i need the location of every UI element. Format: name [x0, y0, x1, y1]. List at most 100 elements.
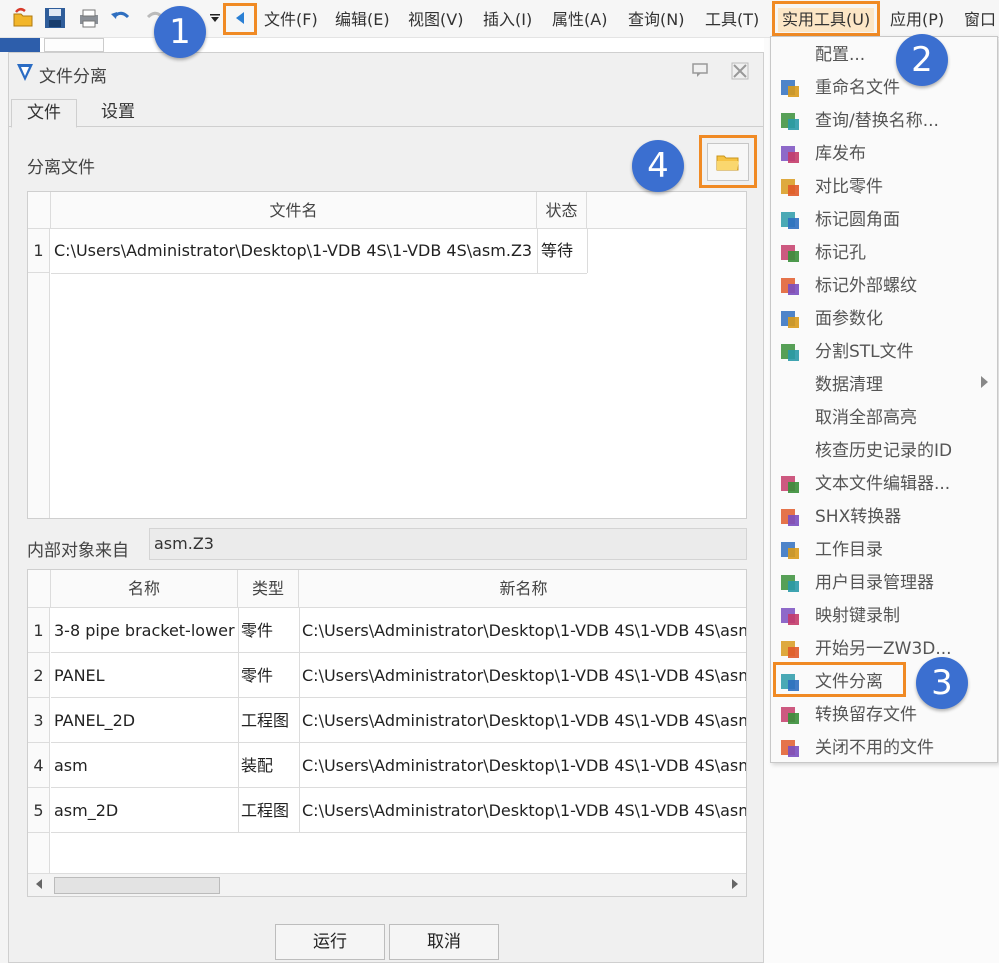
header-new-name[interactable]: 新名称 — [299, 570, 746, 608]
close-icon[interactable] — [731, 62, 751, 80]
scroll-thumb[interactable] — [54, 877, 220, 894]
menu-item-label: 面参数化 — [815, 309, 883, 329]
screen: 文件(F) 编辑(E) 视图(V) 插入(I) 属性(A) 查询(N) 工具(T… — [0, 0, 999, 963]
file-row-status: 等待 — [541, 241, 574, 260]
cell-divider — [238, 743, 239, 788]
utilities-menu-item[interactable]: 对比零件 — [771, 171, 997, 204]
utilities-menu-item[interactable]: 文本文件编辑器... — [771, 468, 997, 501]
menu-item-label: 用户目录管理器 — [815, 573, 934, 593]
run-button[interactable]: 运行 — [275, 924, 385, 960]
start-zw3d-icon — [779, 638, 801, 660]
menu-item-label: 核查历史记录的ID — [815, 441, 953, 461]
utilities-menu-item[interactable]: 标记孔 — [771, 237, 997, 270]
utilities-menu-item[interactable]: 分割STL文件 — [771, 336, 997, 369]
dialog-tabbar: 文件 设置 — [9, 99, 763, 128]
cell-divider — [299, 608, 300, 653]
step-badge-1: 1 — [154, 6, 206, 58]
scroll-right-icon[interactable] — [732, 879, 738, 889]
utilities-menu-item[interactable]: 关闭不用的文件 — [771, 732, 997, 765]
save-icon[interactable] — [42, 5, 68, 31]
object-row-new-name[interactable]: C:\Users\Administrator\Desktop\1-VDB 4S\… — [302, 788, 746, 833]
utilities-menu-item[interactable]: 转换留存文件 — [771, 699, 997, 732]
row-number: 5 — [28, 788, 50, 833]
highlight-utilities-menu — [772, 1, 880, 36]
object-row-name[interactable]: asm_2D — [54, 788, 236, 833]
row-number-filler — [28, 833, 50, 877]
menu-insert[interactable]: 插入(I) — [483, 8, 532, 32]
header-empty — [587, 192, 746, 229]
utilities-menu-item[interactable]: 查询/替换名称... — [771, 105, 997, 138]
menu-window[interactable]: 窗口 — [964, 8, 996, 32]
tab-file[interactable]: 文件 — [11, 99, 77, 128]
header-status[interactable]: 状态 — [537, 192, 587, 229]
utilities-menu-item[interactable]: 库发布 — [771, 138, 997, 171]
convert-retained-icon — [779, 704, 801, 726]
header-type[interactable]: 类型 — [238, 570, 299, 608]
utilities-menu-item[interactable]: 重命名文件 — [771, 72, 997, 105]
menu-view[interactable]: 视图(V) — [408, 8, 463, 32]
tab-settings[interactable]: 设置 — [85, 99, 151, 128]
menu-item-label: 数据清理 — [815, 375, 883, 395]
file-row-filename[interactable]: C:\Users\Administrator\Desktop\1-VDB 4S\… — [54, 229, 536, 273]
split-stl-icon — [779, 341, 801, 363]
user-dir-icon — [779, 572, 801, 594]
cancel-button[interactable]: 取消 — [389, 924, 499, 960]
cell-divider — [537, 229, 538, 273]
menu-edit[interactable]: 编辑(E) — [335, 8, 390, 32]
dropdown-arrow-icon[interactable] — [206, 5, 224, 31]
scroll-left-icon[interactable] — [36, 879, 42, 889]
open-icon[interactable] — [10, 5, 36, 31]
utilities-menu-item[interactable]: 配置... — [771, 39, 997, 72]
pin-icon[interactable] — [691, 62, 711, 80]
object-row-type: 零件 — [241, 666, 274, 685]
source-label: 内部对象来自 — [27, 541, 129, 561]
object-row-type: 零件 — [241, 621, 274, 640]
utilities-menu-item[interactable]: 标记圆角面 — [771, 204, 997, 237]
utilities-menu-item[interactable]: 数据清理 — [771, 369, 997, 402]
menu-item-label: 工作目录 — [815, 540, 883, 560]
horizontal-scrollbar[interactable] — [28, 873, 746, 896]
utilities-menu-item[interactable]: SHX转换器 — [771, 501, 997, 534]
utilities-menu-item[interactable]: 工作目录 — [771, 534, 997, 567]
menu-inquire[interactable]: 查询(N) — [628, 8, 684, 32]
menu-item-label: 分割STL文件 — [815, 342, 914, 362]
menu-item-label: 对比零件 — [815, 177, 883, 197]
print-icon[interactable] — [76, 5, 102, 31]
cell-divider — [238, 608, 239, 653]
header-filename[interactable]: 文件名 — [51, 192, 537, 229]
object-row-name[interactable]: PANEL_2D — [54, 698, 236, 743]
menu-apps[interactable]: 应用(P) — [890, 8, 944, 32]
utilities-menu-item[interactable]: 用户目录管理器 — [771, 567, 997, 600]
object-row-new-name[interactable]: C:\Users\Administrator\Desktop\1-VDB 4S\… — [302, 743, 746, 788]
menu-item-label: SHX转换器 — [815, 507, 902, 527]
undo-icon[interactable] — [108, 5, 134, 31]
object-row-new-name[interactable]: C:\Users\Administrator\Desktop\1-VDB 4S\… — [302, 608, 746, 653]
utilities-menu-item[interactable]: 面参数化 — [771, 303, 997, 336]
row-number: 4 — [28, 743, 50, 788]
menu-item-label: 配置... — [815, 45, 866, 65]
object-row-name[interactable]: PANEL — [54, 653, 236, 698]
object-row-type: 工程图 — [241, 801, 290, 820]
object-row-new-name[interactable]: C:\Users\Administrator\Desktop\1-VDB 4S\… — [302, 653, 746, 698]
utilities-menu-item[interactable]: 取消全部高亮 — [771, 402, 997, 435]
object-row-name[interactable]: 3-8 pipe bracket-lower — [54, 608, 236, 653]
utilities-menu-item[interactable]: 映射键录制 — [771, 600, 997, 633]
text-editor-icon — [779, 473, 801, 495]
submenu-arrow-icon — [981, 376, 988, 388]
menu-file[interactable]: 文件(F) — [264, 8, 318, 32]
highlight-file-split-item — [773, 662, 906, 697]
object-row-new-name[interactable]: C:\Users\Administrator\Desktop\1-VDB 4S\… — [302, 698, 746, 743]
source-field: asm.Z3 — [149, 528, 747, 560]
table-corner — [28, 192, 51, 229]
utilities-menu-item[interactable]: 核查历史记录的ID — [771, 435, 997, 468]
menu-attribute[interactable]: 属性(A) — [552, 8, 607, 32]
library-publish-icon — [779, 143, 801, 165]
menu-tools[interactable]: 工具(T) — [705, 8, 759, 32]
object-row-name[interactable]: asm — [54, 743, 236, 788]
utilities-menu-item[interactable]: 标记外部螺纹 — [771, 270, 997, 303]
menu-item-label: 库发布 — [815, 144, 866, 164]
header-name[interactable]: 名称 — [51, 570, 238, 608]
section-label: 分离文件 — [27, 158, 95, 178]
object-table: 名称 类型 新名称 1 3-8 pipe bracket-lower 零件 C:\Us… — [27, 569, 747, 897]
row-number-filler — [28, 273, 50, 518]
